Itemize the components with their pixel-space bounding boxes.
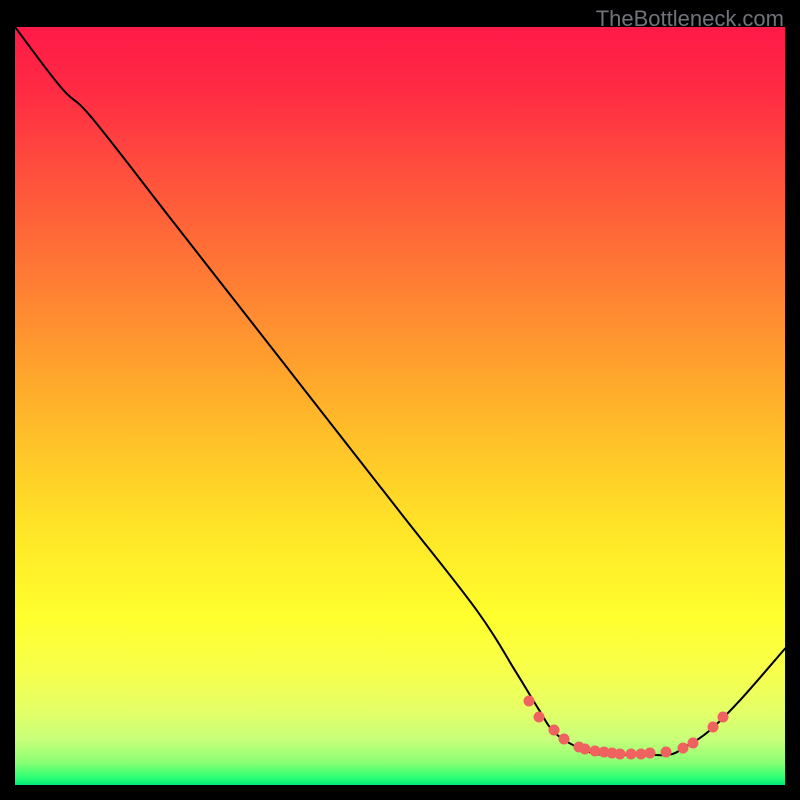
- highlight-dot: [549, 725, 560, 736]
- chart-frame: TheBottleneck.com: [0, 0, 800, 800]
- highlight-dot: [661, 746, 672, 757]
- highlight-dot: [523, 695, 534, 706]
- highlight-dot: [533, 711, 544, 722]
- highlight-dot: [559, 733, 570, 744]
- plot-area: [15, 27, 785, 785]
- bottleneck-curve: [15, 27, 785, 755]
- curve-layer: [15, 27, 785, 785]
- highlight-dot: [717, 711, 728, 722]
- highlight-dot: [615, 748, 626, 759]
- highlight-dot: [687, 738, 698, 749]
- highlight-dot: [645, 748, 656, 759]
- highlight-dot: [708, 722, 719, 733]
